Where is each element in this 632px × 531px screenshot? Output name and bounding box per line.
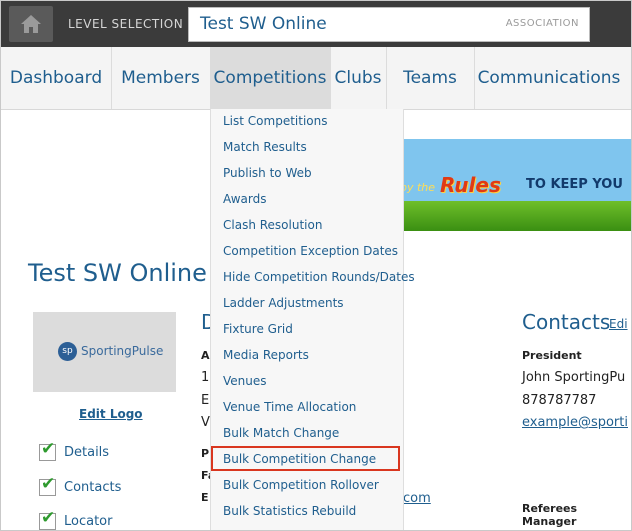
nav-communications[interactable]: Communications [474,47,624,109]
menu-item-venues[interactable]: Venues [223,374,267,388]
details-fragment: E [201,491,209,504]
menu-item-bulk-match-change[interactable]: Bulk Match Change [223,426,339,440]
checkmark-icon: ✔ [39,439,56,461]
logo-text: SportingPulse [81,344,164,358]
menu-item-venue-time-allocation[interactable]: Venue Time Allocation [223,400,356,414]
banner-grass [396,201,631,231]
checkmark-icon: ✔ [39,474,56,496]
checklist-contacts[interactable]: ✔ Contacts [39,474,122,496]
nav-members[interactable]: Members [111,47,211,109]
checklist-label: Contacts [64,480,122,495]
edit-logo-link[interactable]: Edit Logo [79,407,143,421]
level-name: Test SW Online [200,14,327,34]
details-fragment: E [201,393,210,408]
banner-prefix: by the [400,181,436,194]
menu-item-fixture-grid[interactable]: Fixture Grid [223,322,293,336]
checkmark-icon: ✔ [39,508,56,530]
menu-item-bulk-competition-rollover[interactable]: Bulk Competition Rollover [223,478,379,492]
banner-ad[interactable]: by the Rules TO KEEP YOU [396,139,631,231]
nav-competitions[interactable]: Competitions [210,47,331,109]
nav-dashboard[interactable]: Dashboard [1,47,112,109]
main-nav: Dashboard Members Competitions Clubs Tea… [1,47,631,110]
menu-item-match-results[interactable]: Match Results [223,140,307,154]
menu-item-clash-resolution[interactable]: Clash Resolution [223,218,322,232]
checklist-label: Locator [64,514,113,529]
nav-clubs[interactable]: Clubs [330,47,387,109]
app-frame: LEVEL SELECTION Test SW Online ASSOCIATI… [0,0,632,531]
details-fragment: V [201,415,210,430]
contacts-heading: Contacts [522,310,611,334]
org-logo: sp SportingPulse [33,312,176,392]
nav-teams[interactable]: Teams [386,47,475,109]
president-email-link[interactable]: example@sporti [522,415,628,430]
level-selection-label[interactable]: LEVEL SELECTION [68,17,183,31]
details-email-link[interactable]: com [403,491,431,506]
checklist-details[interactable]: ✔ Details [39,439,110,461]
menu-item-media-reports[interactable]: Media Reports [223,348,309,362]
logo-mark: sp [58,342,77,361]
menu-item-list-competitions[interactable]: List Competitions [223,114,327,128]
competitions-dropdown: List Competitions Match Results Publish … [210,109,415,530]
menu-item-bulk-competition-change[interactable]: Bulk Competition Change [223,452,376,466]
president-phone: 878787787 [522,393,597,408]
menu-item-publish-to-web[interactable]: Publish to Web [223,166,312,180]
menu-item-ladder-adjustments[interactable]: Ladder Adjustments [223,296,344,310]
checklist-locator[interactable]: ✔ Locator [39,508,113,530]
home-button[interactable] [9,6,53,42]
referees-manager-role: Referees Manager [522,502,578,528]
president-name: John SportingPu [522,370,626,385]
menu-item-awards[interactable]: Awards [223,192,266,206]
level-type: ASSOCIATION [505,18,579,29]
top-bar: LEVEL SELECTION Test SW Online ASSOCIATI… [1,1,631,47]
banner-tagline: TO KEEP YOU [526,177,623,192]
menu-item-bulk-statistics-rebuild[interactable]: Bulk Statistics Rebuild [223,504,356,518]
menu-item-competition-exception-dates[interactable]: Competition Exception Dates [223,244,398,258]
details-fragment: A [201,349,210,362]
contacts-edit-link[interactable]: Edi [609,317,628,331]
page-title: Test SW Online [28,259,207,287]
home-icon [21,15,41,33]
level-selector[interactable]: Test SW Online ASSOCIATION [188,7,590,42]
banner-rules-text: Rules [440,173,501,197]
president-role: President [522,349,582,362]
menu-item-hide-competition-rounds[interactable]: Hide Competition Rounds/Dates [223,270,415,284]
checklist-label: Details [64,445,110,460]
details-fragment: P [201,447,210,460]
details-fragment: 1 [201,370,210,385]
